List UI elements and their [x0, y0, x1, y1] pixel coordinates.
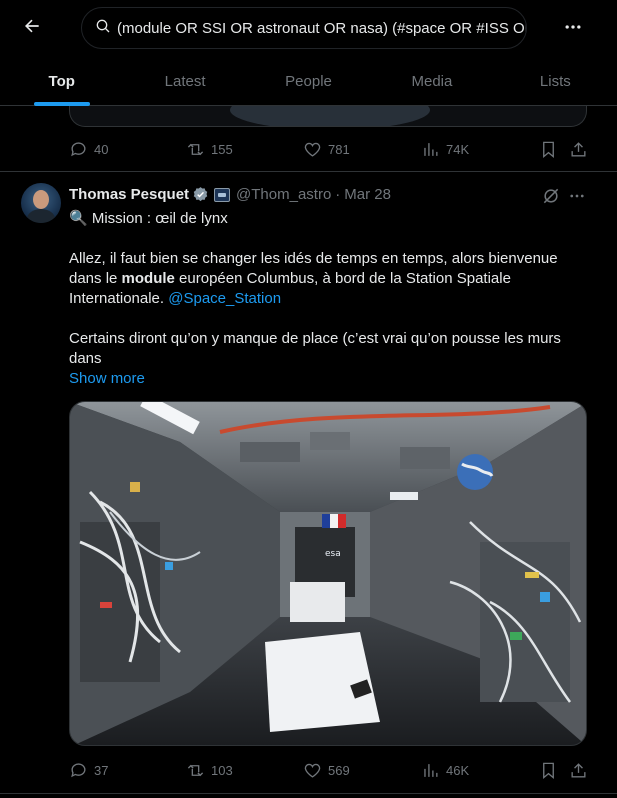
share-button[interactable]: [569, 138, 588, 160]
share-icon: [571, 141, 586, 157]
avatar[interactable]: [21, 183, 61, 223]
reply-button[interactable]: 40: [69, 138, 108, 160]
tweet-date[interactable]: Mar 28: [344, 186, 391, 203]
back-arrow-icon[interactable]: [16, 10, 48, 42]
tweet[interactable]: Thomas Pesquet @Thom_astro · Mar 28 🔍 Mi…: [0, 172, 617, 798]
more-options-icon[interactable]: [558, 12, 588, 42]
reply-icon: [71, 762, 86, 777]
tab-latest[interactable]: Latest: [123, 56, 246, 106]
like-count: 569: [328, 762, 350, 778]
reply-count: 40: [94, 141, 109, 157]
repost-button[interactable]: 103: [186, 759, 233, 781]
columbus-module-photo: esa: [70, 402, 586, 745]
share-icon: [571, 762, 586, 778]
repost-icon: [187, 764, 204, 776]
like-count: 781: [328, 141, 350, 157]
like-button[interactable]: 569: [303, 759, 350, 781]
tweet-header: Thomas Pesquet @Thom_astro · Mar 28: [69, 186, 391, 203]
bookmark-icon: [543, 762, 554, 779]
tweet-divider: [0, 793, 617, 794]
tweet-text-line1: 🔍 Mission : œil de lynx: [69, 210, 228, 227]
mention-link[interactable]: @Space_Station: [168, 290, 281, 307]
author-name[interactable]: Thomas Pesquet: [69, 186, 189, 203]
tweet-photo[interactable]: esa: [69, 401, 587, 746]
esa-label: esa: [325, 549, 341, 559]
show-more-link[interactable]: Show more: [69, 370, 145, 387]
repost-icon: [187, 143, 204, 155]
share-button[interactable]: [569, 759, 588, 781]
search-query-text: (module OR SSI OR astronaut OR nasa) (#s…: [117, 19, 526, 37]
tab-media[interactable]: Media: [370, 56, 493, 106]
repost-count: 155: [211, 141, 233, 157]
grok-icon[interactable]: [541, 186, 561, 206]
tab-people[interactable]: People: [247, 56, 370, 106]
views-chart-icon: [424, 763, 438, 777]
previous-tweet-actions: 40 155 781 74K: [69, 138, 587, 160]
views-count: 46K: [446, 762, 470, 778]
tweet-actions: 37 103 569 46K: [69, 759, 587, 781]
separator-dot: ·: [335, 186, 341, 203]
like-button[interactable]: 781: [303, 138, 350, 160]
views-chart-icon: [424, 142, 438, 156]
tweet-text-paragraph2: Certains diront qu’on y manque de place …: [69, 330, 561, 367]
heart-icon: [304, 142, 321, 157]
show-more-row: Show more: [69, 369, 587, 389]
heart-icon: [304, 763, 321, 778]
views-button[interactable]: 46K: [421, 759, 469, 781]
views-count: 74K: [446, 141, 470, 157]
tweet-text-paragraph1: Allez, il faut bien se changer les idés …: [69, 249, 587, 309]
search-input[interactable]: (module OR SSI OR astronaut OR nasa) (#s…: [81, 7, 527, 49]
bookmark-button[interactable]: [539, 138, 558, 160]
search-tabs: Top Latest People Media Lists: [0, 56, 617, 106]
affiliation-badge-icon[interactable]: [214, 187, 231, 202]
bookmark-button[interactable]: [539, 759, 558, 781]
top-bar: (module OR SSI OR astronaut OR nasa) (#s…: [0, 0, 617, 106]
repost-count: 103: [211, 762, 233, 778]
tab-lists[interactable]: Lists: [494, 56, 617, 106]
reply-count: 37: [94, 762, 109, 778]
paragraph1-bold: module: [121, 270, 175, 287]
bookmark-icon: [543, 141, 554, 158]
verified-badge-icon: [193, 187, 208, 202]
reply-icon: [71, 141, 86, 156]
views-button[interactable]: 74K: [421, 138, 469, 160]
tab-top[interactable]: Top: [0, 56, 123, 106]
tweet-more-icon[interactable]: [567, 186, 587, 206]
author-handle[interactable]: @Thom_astro: [236, 186, 331, 203]
search-icon: [95, 18, 111, 39]
repost-button[interactable]: 155: [186, 138, 233, 160]
reply-button[interactable]: 37: [69, 759, 108, 781]
